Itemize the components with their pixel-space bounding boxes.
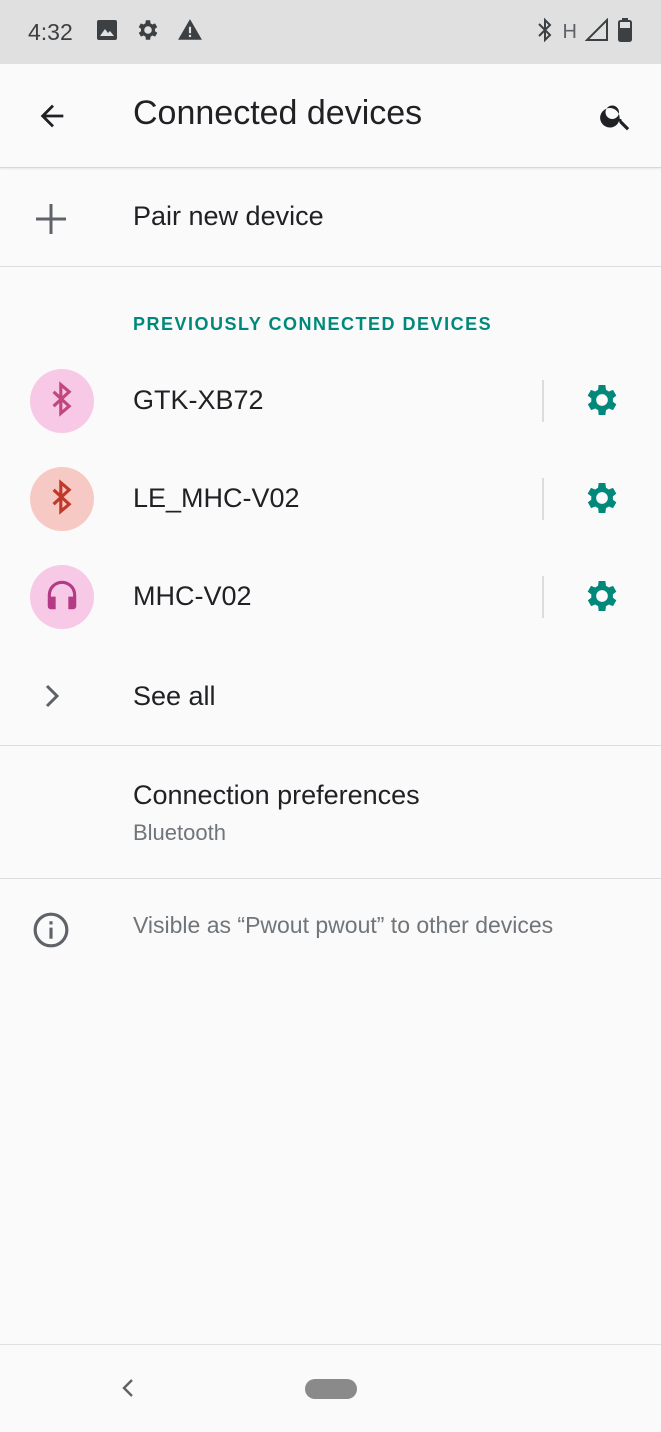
back-button[interactable] [30, 96, 74, 140]
device-avatar [30, 565, 94, 629]
pair-new-device-label: Pair new device [133, 201, 324, 231]
see-all-row[interactable]: See all [0, 647, 661, 745]
gear-icon [135, 17, 161, 48]
bluetooth-icon [50, 478, 74, 520]
device-avatar [30, 369, 94, 433]
image-icon [95, 18, 119, 47]
page-title: Connected devices [133, 94, 423, 132]
connection-preferences-title: Connection preferences [133, 780, 420, 810]
device-row-mhc-v02[interactable]: MHC-V02 [0, 548, 661, 646]
home-pill-icon[interactable] [305, 1379, 357, 1399]
section-header-previously-connected: PREVIOUSLY CONNECTED DEVICES [133, 314, 493, 334]
bluetooth-icon [50, 380, 74, 422]
connection-preferences-row[interactable]: Connection preferences Bluetooth [0, 746, 661, 878]
arrow-back-icon [35, 99, 69, 138]
search-button[interactable] [594, 96, 638, 140]
status-time: 4:32 [28, 18, 73, 45]
divider [542, 380, 544, 422]
status-notification-icons [95, 17, 203, 48]
navigation-bar [0, 1344, 661, 1432]
device-row-gtk-xb72[interactable]: GTK-XB72 [0, 352, 661, 450]
app-bar: Connected devices [0, 64, 661, 168]
visibility-info-row: Visible as “Pwout pwout” to other device… [0, 879, 661, 979]
status-bar: 4:32 H [0, 0, 661, 64]
divider [0, 266, 661, 267]
device-name: MHC-V02 [133, 581, 252, 611]
see-all-label: See all [133, 681, 216, 711]
gear-icon [582, 576, 622, 621]
device-settings-button[interactable] [580, 478, 624, 522]
device-avatar [30, 467, 94, 531]
battery-icon [617, 17, 633, 48]
device-settings-button[interactable] [580, 380, 624, 424]
plus-icon [30, 198, 72, 240]
nav-back-icon[interactable] [115, 1375, 141, 1401]
device-name: LE_MHC-V02 [133, 483, 300, 513]
connection-preferences-subtitle: Bluetooth [133, 820, 226, 845]
device-row-le-mhc-v02[interactable]: LE_MHC-V02 [0, 450, 661, 548]
status-system-icons: H [535, 17, 633, 48]
warning-icon [177, 17, 203, 48]
visibility-info-text: Visible as “Pwout pwout” to other device… [133, 912, 554, 938]
headphones-icon [43, 576, 81, 619]
network-type: H [562, 20, 577, 43]
search-icon [598, 98, 634, 139]
bluetooth-icon [535, 17, 555, 48]
signal-icon [584, 17, 609, 47]
divider [542, 576, 544, 618]
chevron-right-icon [38, 681, 68, 711]
device-name: GTK-XB72 [133, 385, 264, 415]
gear-icon [582, 380, 622, 425]
device-settings-button[interactable] [580, 576, 624, 620]
pair-new-device-row[interactable]: Pair new device [0, 168, 661, 266]
divider [542, 478, 544, 520]
info-icon [32, 911, 70, 949]
gear-icon [582, 478, 622, 523]
